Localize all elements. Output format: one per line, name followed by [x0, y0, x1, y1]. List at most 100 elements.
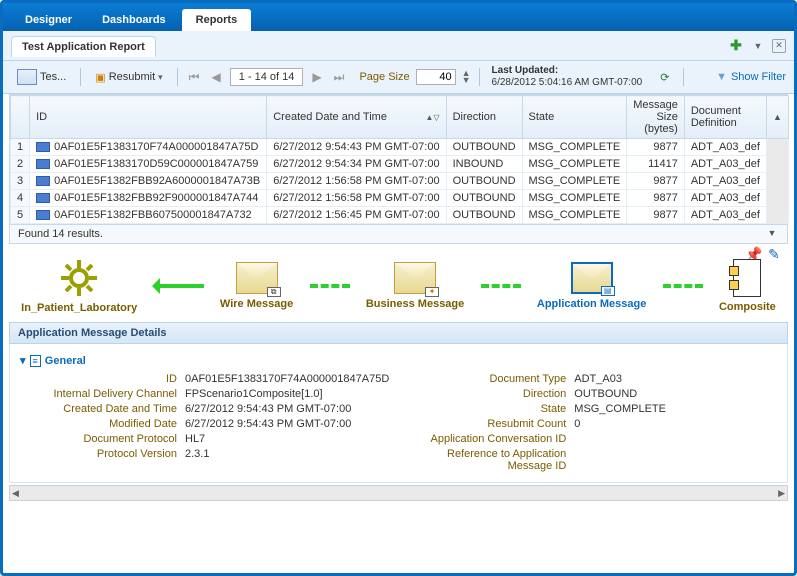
row-number: 1: [11, 139, 30, 156]
page-size-input[interactable]: [416, 69, 456, 85]
pager-prev-icon[interactable]: ◀: [209, 70, 224, 84]
flow-application-node[interactable]: ▤ Application Message: [537, 262, 646, 310]
table-row[interactable]: 30AF01E5F1382FBB92A6000001847A73B6/27/20…: [11, 173, 789, 190]
cell-state: MSG_COMPLETE: [522, 207, 627, 224]
cell-size: 11417: [627, 156, 685, 173]
row-number: 5: [11, 207, 30, 224]
chevron-down-icon: ▾: [158, 72, 163, 83]
pager-first-icon[interactable]: ⏮: [186, 70, 203, 85]
templates-button[interactable]: Tes...: [11, 67, 72, 87]
horizontal-scrollbar[interactable]: ◀ ▶: [9, 485, 788, 501]
scroll-up-arrow[interactable]: ▲: [766, 96, 788, 139]
cell-id: 0AF01E5F1383170D59C000001847A759: [30, 156, 267, 173]
resubmit-icon: ▣: [95, 71, 105, 84]
scroll-down-arrow[interactable]: ▼: [765, 228, 779, 240]
field-label: Protocol Version: [20, 448, 185, 472]
flow-endpoint-node[interactable]: In_Patient_Laboratory: [21, 258, 137, 314]
col-size[interactable]: Message Size (bytes): [627, 96, 685, 139]
field-label: Reference to Application Message ID: [409, 448, 574, 472]
field-label: Resubmit Count: [409, 418, 574, 430]
field-label: Document Protocol: [20, 433, 185, 445]
field-label: Application Conversation ID: [409, 433, 574, 445]
table-row[interactable]: 40AF01E5F1382FBB92F9000001847A7446/27/20…: [11, 190, 789, 207]
field-label: Internal Delivery Channel: [20, 388, 185, 400]
cell-direction: INBOUND: [446, 156, 522, 173]
report-title-tab[interactable]: Test Application Report: [11, 36, 156, 57]
cell-state: MSG_COMPLETE: [522, 156, 627, 173]
flow-wire-node[interactable]: ⧉ Wire Message: [220, 262, 293, 310]
results-grid: ID Created Date and Time▲▽ Direction Sta…: [9, 94, 788, 244]
main-tabs-bar: Designer Dashboards Reports: [3, 3, 794, 31]
col-direction[interactable]: Direction: [446, 96, 522, 139]
col-rownum[interactable]: [11, 96, 30, 139]
table-row[interactable]: 20AF01E5F1383170D59C000001847A7596/27/20…: [11, 156, 789, 173]
vertical-scrollbar[interactable]: [766, 139, 788, 224]
tab-dashboards[interactable]: Dashboards: [88, 9, 180, 31]
scroll-left-icon[interactable]: ◀: [12, 488, 19, 499]
cell-docdef: ADT_A03_def: [684, 207, 766, 224]
tab-reports[interactable]: Reports: [182, 9, 252, 31]
field-label: Modified Date: [20, 418, 185, 430]
filter-icon: ▼: [716, 71, 727, 83]
envelope-icon: ⧉: [236, 262, 278, 294]
message-icon: [36, 193, 50, 203]
field-value: MSG_COMPLETE: [574, 403, 666, 415]
envelope-icon: ▤: [571, 262, 613, 294]
section-icon: ≡: [30, 355, 41, 367]
page-size-spinner[interactable]: ▲▼: [462, 70, 471, 84]
resubmit-button[interactable]: ▣Resubmit▾: [89, 69, 168, 86]
col-id[interactable]: ID: [30, 96, 267, 139]
field-value: ADT_A03: [574, 373, 622, 385]
report-menu-chevron-icon[interactable]: ▼: [750, 38, 766, 54]
row-number: 2: [11, 156, 30, 173]
table-row[interactable]: 50AF01E5F1382FBB607500001847A7326/27/201…: [11, 207, 789, 224]
scroll-right-icon[interactable]: ▶: [778, 488, 785, 499]
cell-direction: OUTBOUND: [446, 190, 522, 207]
pager-next-icon[interactable]: ▶: [309, 70, 324, 84]
cell-state: MSG_COMPLETE: [522, 190, 627, 207]
detail-field: Internal Delivery ChannelFPScenario1Comp…: [20, 388, 389, 400]
close-report-icon[interactable]: ✕: [772, 39, 786, 53]
pager-last-icon[interactable]: ⏭: [331, 70, 348, 85]
details-panel-header: Application Message Details: [9, 322, 788, 344]
cell-created: 6/27/2012 1:56:58 PM GMT-07:00: [267, 173, 446, 190]
detail-field: Reference to Application Message ID: [409, 448, 777, 472]
grid-header-row: ID Created Date and Time▲▽ Direction Sta…: [11, 96, 789, 139]
flow-composite-node[interactable]: Composite: [719, 259, 776, 313]
detail-field: ID0AF01E5F1383170F74A000001847A75D: [20, 373, 389, 385]
cell-id: 0AF01E5F1382FBB92A6000001847A73B: [30, 173, 267, 190]
flow-edit-icon[interactable]: ✎: [766, 246, 782, 262]
detail-field: Modified Date6/27/2012 9:54:43 PM GMT-07…: [20, 418, 389, 430]
cell-state: MSG_COMPLETE: [522, 173, 627, 190]
row-number: 4: [11, 190, 30, 207]
section-general-header[interactable]: ▾ ≡ General: [20, 354, 777, 367]
new-report-icon[interactable]: ✚: [728, 38, 744, 54]
cell-docdef: ADT_A03_def: [684, 156, 766, 173]
cell-created: 6/27/2012 1:56:58 PM GMT-07:00: [267, 190, 446, 207]
cell-direction: OUTBOUND: [446, 139, 522, 156]
tab-designer[interactable]: Designer: [11, 9, 86, 31]
field-label: ID: [20, 373, 185, 385]
field-value: 6/27/2012 9:54:43 PM GMT-07:00: [185, 418, 351, 430]
flow-business-node[interactable]: ✦ Business Message: [366, 262, 464, 310]
collapse-icon[interactable]: ▾: [20, 354, 26, 367]
field-label: Created Date and Time: [20, 403, 185, 415]
detail-field: StateMSG_COMPLETE: [409, 403, 777, 415]
pager-range: 1 - 14 of 14: [230, 68, 304, 86]
page-size-label: Page Size: [359, 71, 409, 83]
col-docdef[interactable]: Document Definition: [684, 96, 766, 139]
message-icon: [36, 210, 50, 220]
message-icon: [36, 142, 50, 152]
cell-docdef: ADT_A03_def: [684, 173, 766, 190]
col-state[interactable]: State: [522, 96, 627, 139]
refresh-button[interactable]: ⟳: [654, 69, 675, 86]
report-toolbar: Tes... ▣Resubmit▾ ⏮ ◀ 1 - 14 of 14 ▶ ⏭ P…: [3, 61, 794, 94]
table-row[interactable]: 10AF01E5F1383170F74A000001847A75D6/27/20…: [11, 139, 789, 156]
grid-footer-text: Found 14 results.: [18, 228, 103, 240]
field-label: Direction: [409, 388, 574, 400]
composite-icon: [733, 259, 761, 297]
col-created[interactable]: Created Date and Time▲▽: [267, 96, 446, 139]
show-filter-link[interactable]: ▼Show Filter: [716, 71, 786, 83]
row-number: 3: [11, 173, 30, 190]
field-value: 6/27/2012 9:54:43 PM GMT-07:00: [185, 403, 351, 415]
